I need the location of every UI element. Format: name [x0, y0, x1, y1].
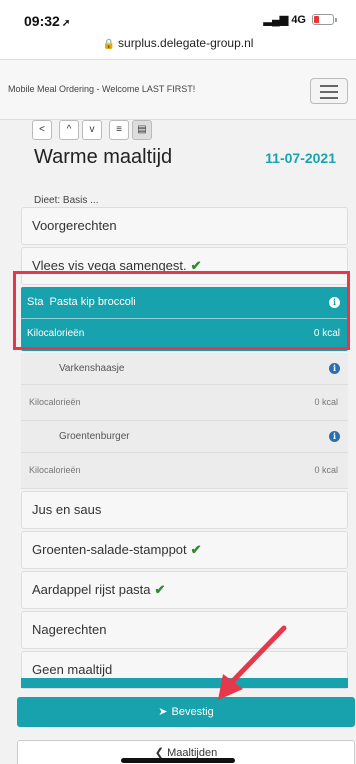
sub-item-name: Varkenshaasje [59, 363, 125, 374]
date-label: 11-07-2021 [265, 150, 336, 166]
category-jus[interactable]: Jus en saus [21, 491, 348, 529]
send-icon: ➤ [158, 706, 168, 718]
category-groenten[interactable]: Groenten-salade-stamppot ✔ [21, 531, 348, 569]
sub-item[interactable]: Groentenburger i Kilocalorieën 0 kcal [21, 421, 348, 489]
check-icon: ✔ [190, 542, 202, 557]
signal-indicator: ▂▄▆ 4G [263, 14, 306, 26]
kcal-value: 0 kcal [314, 465, 338, 475]
sub-item-list: Varkenshaasje i Kilocalorieën 0 kcal Gro… [21, 353, 348, 489]
highlight-box [13, 271, 350, 350]
lock-icon: 🔒 [102, 39, 116, 50]
chevron-left-icon[interactable]: < [32, 120, 52, 140]
confirm-button[interactable]: ➤ Bevestig [17, 697, 355, 727]
status-bar: 09:32 ➚ ▂▄▆ 4G [0, 0, 356, 36]
status-time: 09:32 ➚ [24, 13, 71, 29]
url-bar[interactable]: 🔒 surplus.delegate-group.nl [0, 36, 356, 60]
diet-label: Dieet: Basis ... [34, 195, 99, 206]
nav-toolbar: < ^ v ≡ ▤ [32, 120, 152, 144]
location-icon: ➚ [61, 18, 71, 29]
home-indicator [121, 758, 235, 763]
bottom-bar [21, 678, 348, 688]
detail-view-icon[interactable]: ▤ [132, 120, 152, 140]
sub-item-name: Groentenburger [59, 431, 130, 442]
list-view-icon[interactable]: ≡ [109, 120, 129, 140]
info-icon[interactable]: i [329, 431, 340, 442]
kcal-label: Kilocalorieën [29, 465, 81, 475]
kcal-label: Kilocalorieën [29, 397, 81, 407]
sub-item[interactable]: Varkenshaasje i Kilocalorieën 0 kcal [21, 353, 348, 421]
chevron-up-icon[interactable]: ^ [59, 120, 79, 140]
page-title: Warme maaltijd [34, 146, 173, 168]
category-voorgerechten[interactable]: Voorgerechten [21, 207, 348, 245]
chevron-down-icon[interactable]: v [82, 120, 102, 140]
battery-icon [312, 14, 337, 25]
app-title: Mobile Meal Ordering - Welcome LAST FIRS… [8, 84, 196, 94]
url-text: surplus.delegate-group.nl [118, 36, 254, 50]
info-icon[interactable]: i [329, 363, 340, 374]
category-nagerechten[interactable]: Nagerechten [21, 611, 348, 649]
check-icon: ✔ [154, 582, 166, 597]
menu-button[interactable] [310, 78, 348, 104]
category-aardappel[interactable]: Aardappel rijst pasta ✔ [21, 571, 348, 609]
app-header: Mobile Meal Ordering - Welcome LAST FIRS… [0, 60, 356, 120]
kcal-value: 0 kcal [314, 397, 338, 407]
